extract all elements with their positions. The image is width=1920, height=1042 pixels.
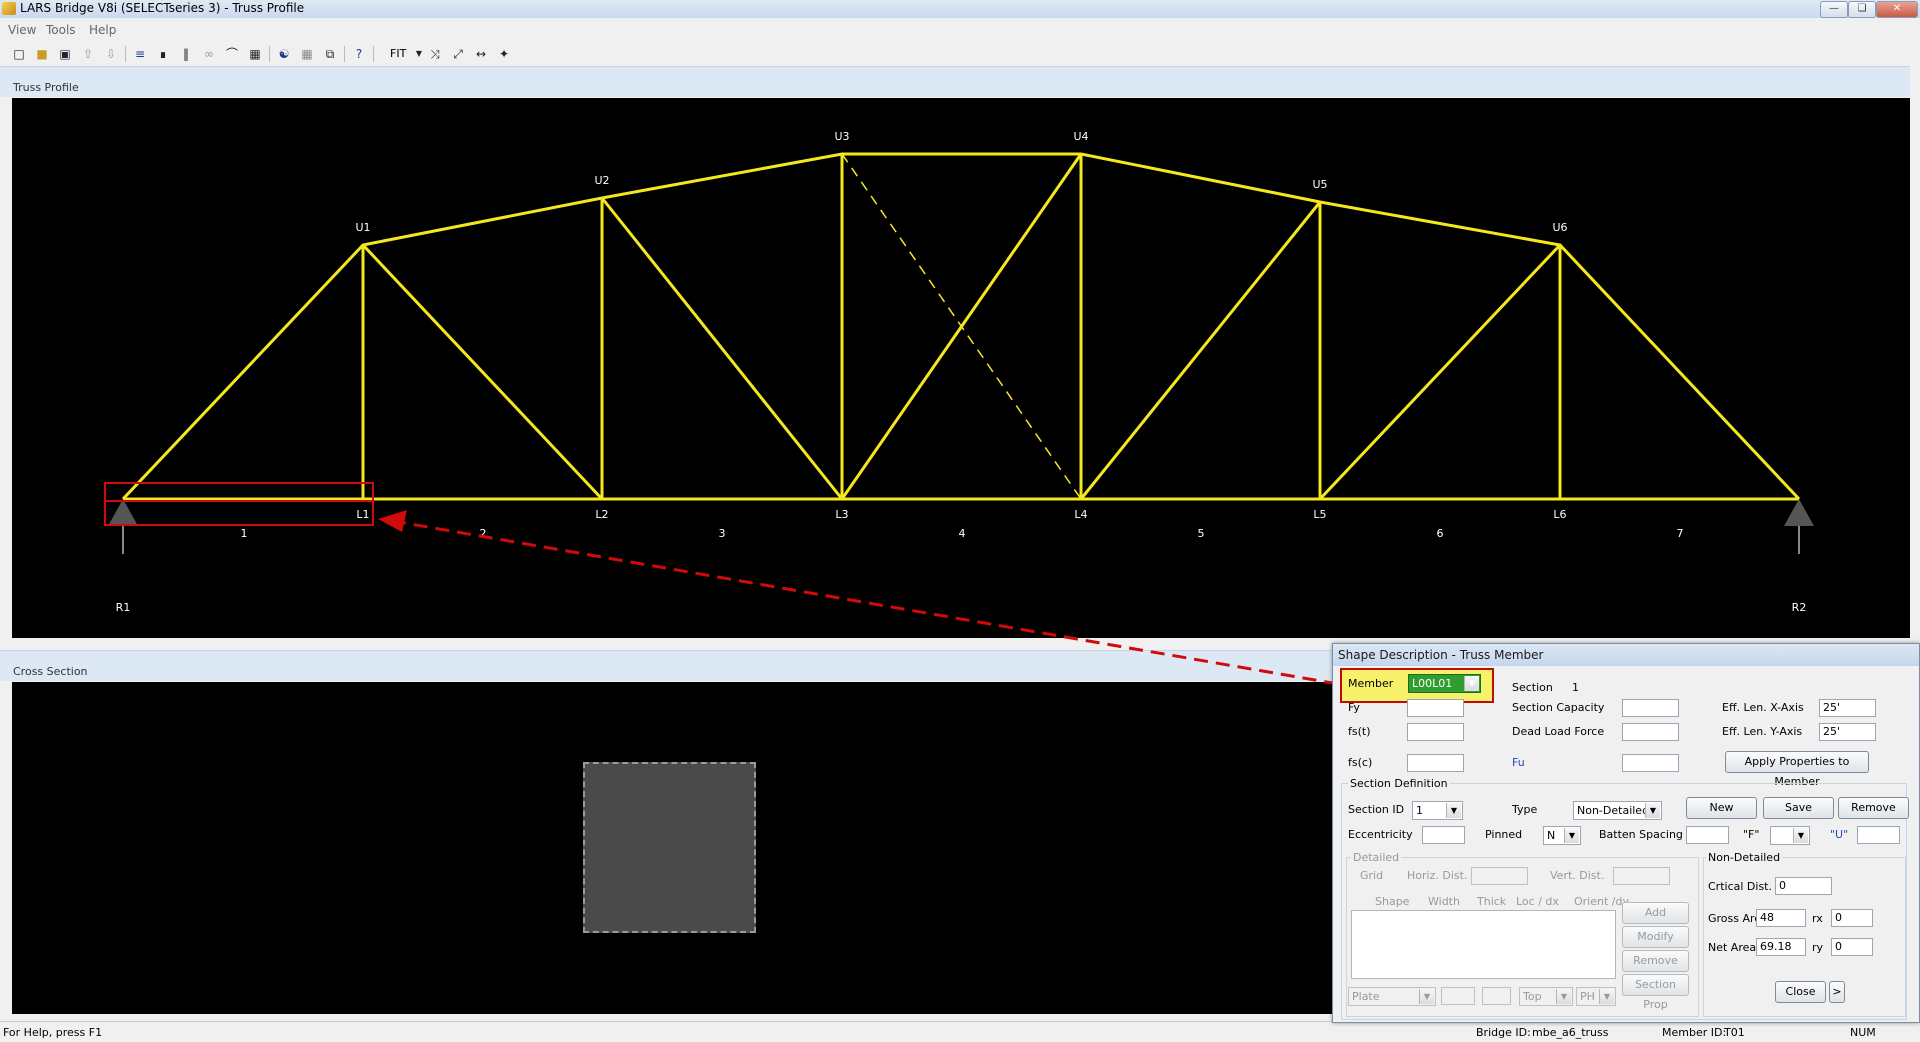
horiz-dist-input[interactable] <box>1471 867 1528 885</box>
eff-len-y-label: Eff. Len. Y-Axis <box>1722 725 1803 738</box>
batten-spacing-input[interactable] <box>1686 826 1729 844</box>
remove-section-button[interactable]: Remove <box>1838 797 1909 819</box>
more-button[interactable]: > <box>1829 981 1845 1003</box>
non-detailed-title: Non-Detailed <box>1706 851 1783 864</box>
u-input[interactable] <box>1857 826 1900 844</box>
eff-len-x-label: Eff. Len. X-Axis <box>1722 701 1804 714</box>
critical-dist-input[interactable]: 0 <box>1775 877 1832 895</box>
chevron-down-icon: ▼ <box>1645 803 1660 818</box>
plate-shape-value: Plate <box>1352 990 1380 1003</box>
member-select-value: L00L01 <box>1412 677 1453 690</box>
width-column-header: Width <box>1428 895 1460 908</box>
batten-spacing-label: Batten Spacing <box>1599 828 1683 841</box>
ry-label: ry <box>1812 941 1824 954</box>
plate-thick-input[interactable] <box>1482 987 1511 1005</box>
shape-column-header: Shape <box>1375 895 1410 908</box>
chevron-down-icon: ▼ <box>1419 989 1434 1004</box>
eccentricity-input[interactable] <box>1422 826 1465 844</box>
modify-plate-button[interactable]: Modify <box>1622 926 1689 948</box>
ry-input[interactable]: 0 <box>1831 938 1873 956</box>
grid-label: Grid <box>1360 869 1384 882</box>
status-bridge-id: mbe_a6_truss <box>1532 1026 1609 1039</box>
eff-len-y-input[interactable]: 25' <box>1819 723 1876 741</box>
rx-label: rx <box>1812 912 1823 925</box>
fst-input[interactable] <box>1407 723 1464 741</box>
plate-orient-value: PH <box>1580 990 1595 1003</box>
dialog-title: Shape Description - Truss Member <box>1333 644 1919 666</box>
fu-label: Fu <box>1512 756 1525 769</box>
chevron-down-icon: ▼ <box>1599 989 1614 1004</box>
fu-input[interactable] <box>1622 754 1679 772</box>
remove-plate-button[interactable]: Remove <box>1622 950 1689 972</box>
detailed-title: Detailed <box>1351 851 1402 864</box>
plate-width-input[interactable] <box>1441 987 1475 1005</box>
fsc-label: fs(c) <box>1348 756 1373 769</box>
critical-dist-label: Crtical Dist. <box>1708 880 1772 893</box>
plate-location-value: Top <box>1523 990 1542 1003</box>
type-select-value: Non-Detailed <box>1577 804 1650 817</box>
chevron-down-icon: ▼ <box>1793 828 1808 843</box>
net-area-label: Net Area <box>1708 941 1757 954</box>
annotation-arrow-head-icon <box>378 510 407 532</box>
section-definition-title: Section Definition <box>1348 777 1450 790</box>
chevron-down-icon: ▼ <box>1556 989 1571 1004</box>
section-capacity-label: Section Capacity <box>1512 701 1605 714</box>
status-member-label: Member ID: <box>1662 1026 1727 1039</box>
thick-column-header: Thick <box>1477 895 1507 908</box>
annotation-arrow-line <box>392 519 1339 686</box>
u-label: "U" <box>1830 828 1849 841</box>
member-label: Member <box>1348 677 1394 690</box>
status-bar: For Help, press F1 Bridge ID: mbe_a6_tru… <box>0 1021 1920 1042</box>
new-section-button[interactable]: New <box>1686 797 1757 819</box>
section-id-value: 1 <box>1416 804 1423 817</box>
status-num-indicator: NUM <box>1850 1026 1876 1039</box>
section-id-select[interactable]: 1 ▼ <box>1412 801 1463 820</box>
horiz-dist-label: Horiz. Dist. <box>1407 869 1468 882</box>
net-area-input[interactable]: 69.18 <box>1756 938 1806 956</box>
chevron-down-icon: ▼ <box>1564 828 1579 843</box>
detailed-plates-list[interactable] <box>1351 910 1616 979</box>
fy-input[interactable] <box>1407 699 1464 717</box>
pinned-select-value: N <box>1547 829 1556 842</box>
vert-dist-label: Vert. Dist. <box>1550 869 1605 882</box>
add-plate-button[interactable]: Add <box>1622 902 1689 924</box>
type-select[interactable]: Non-Detailed ▼ <box>1573 801 1662 820</box>
eccentricity-label: Eccentricity <box>1348 828 1413 841</box>
plate-orient-select[interactable]: PH ▼ <box>1576 987 1616 1006</box>
section-id-label: Section ID <box>1348 803 1405 816</box>
vert-dist-input[interactable] <box>1613 867 1670 885</box>
chevron-down-icon: ▼ <box>1464 676 1479 691</box>
rx-input[interactable]: 0 <box>1831 909 1873 927</box>
status-bridge-label: Bridge ID: <box>1476 1026 1531 1039</box>
gross-area-input[interactable]: 48 <box>1756 909 1806 927</box>
f-label: "F" <box>1743 828 1760 841</box>
save-section-button[interactable]: Save <box>1763 797 1834 819</box>
member-select[interactable]: L00L01 ▼ <box>1408 674 1481 693</box>
apply-properties-button[interactable]: Apply Properties to Member <box>1725 751 1869 788</box>
dead-load-label: Dead Load Force <box>1512 725 1605 738</box>
fy-label: Fy <box>1348 701 1360 714</box>
fsc-input[interactable] <box>1407 754 1464 772</box>
chevron-down-icon: ▼ <box>1446 803 1461 818</box>
type-label: Type <box>1512 803 1538 816</box>
f-select[interactable]: ▼ <box>1770 826 1810 845</box>
status-member-id: T01 <box>1724 1026 1745 1039</box>
fst-label: fs(t) <box>1348 725 1371 738</box>
pinned-label: Pinned <box>1485 828 1523 841</box>
pinned-select[interactable]: N ▼ <box>1543 826 1581 845</box>
dead-load-input[interactable] <box>1622 723 1679 741</box>
orient-column-header: Orient /dy <box>1574 895 1629 908</box>
section-capacity-input[interactable] <box>1622 699 1679 717</box>
plate-shape-select[interactable]: Plate ▼ <box>1348 987 1436 1006</box>
eff-len-x-input[interactable]: 25' <box>1819 699 1876 717</box>
status-help-text: For Help, press F1 <box>3 1026 103 1039</box>
shape-description-dialog: Shape Description - Truss Member Member … <box>1332 643 1920 1023</box>
plate-location-select[interactable]: Top ▼ <box>1519 987 1573 1006</box>
section-value: 1 <box>1572 681 1579 694</box>
section-prop-button[interactable]: Section Prop <box>1622 974 1689 1011</box>
close-dialog-button[interactable]: Close <box>1775 981 1826 1003</box>
loc-column-header: Loc / dx <box>1516 895 1559 908</box>
section-label: Section <box>1512 681 1553 694</box>
